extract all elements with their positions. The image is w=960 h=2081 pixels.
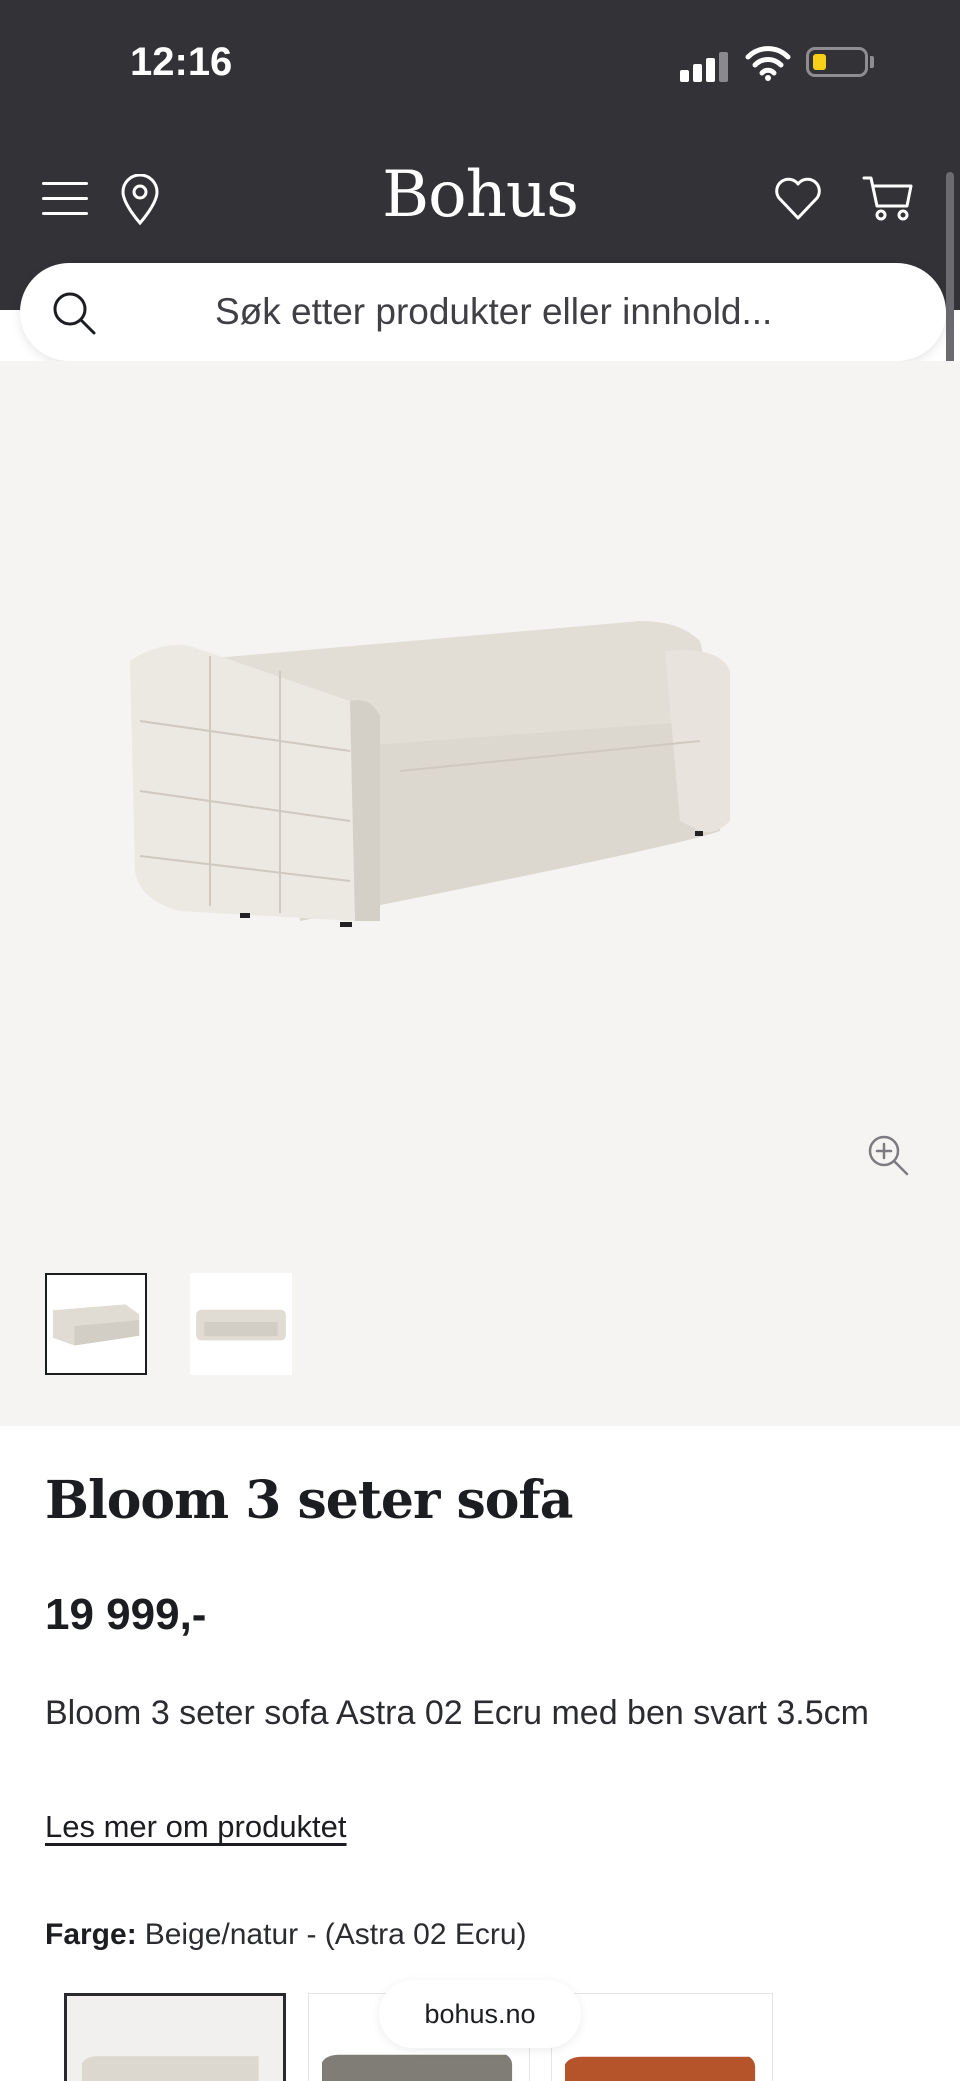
sofa-front-thumbnail [196,1309,286,1341]
battery-level [813,54,826,70]
wifi-icon [745,46,791,81]
search-icon[interactable] [50,289,98,337]
cart-icon[interactable] [862,174,914,222]
color-swatch-cognac[interactable] [551,1993,773,2081]
browser-domain-pill[interactable]: bohus.no [379,1980,581,2048]
menu-icon[interactable] [42,180,88,218]
zoom-in-icon[interactable] [866,1133,910,1177]
gallery-thumbnail-2[interactable] [190,1273,292,1375]
battery-icon [806,47,868,77]
product-price: 19 999,- [45,1590,207,1639]
status-time: 12:16 [130,40,233,84]
read-more-link[interactable]: Les mer om produktet [45,1809,347,1845]
product-image[interactable] [120,621,840,951]
color-swatch-beige[interactable] [64,1993,286,2081]
sofa-angle-thumbnail [52,1304,140,1346]
location-pin-icon[interactable] [118,174,162,226]
product-gallery [0,361,960,1426]
battery-tip [870,56,874,68]
search-input[interactable] [140,285,920,339]
color-selection-row: Farge: Beige/natur - (Astra 02 Ecru) [45,1918,527,1952]
beige-sofa-swatch-image [81,2056,259,2081]
search-bar[interactable] [20,263,946,361]
gallery-thumbnail-1[interactable] [45,1273,147,1375]
color-value: Beige/natur - (Astra 02 Ecru) [144,1918,527,1951]
signal-icon [680,50,730,82]
product-description: Bloom 3 seter sofa Astra 02 Ecru med ben… [45,1694,869,1732]
product-title: Bloom 3 seter sofa [45,1470,573,1531]
color-label: Farge: [45,1918,137,1951]
brand-logo[interactable]: Bohus [330,158,630,232]
cognac-sofa-swatch-image [564,2056,756,2081]
heart-icon[interactable] [773,174,823,222]
